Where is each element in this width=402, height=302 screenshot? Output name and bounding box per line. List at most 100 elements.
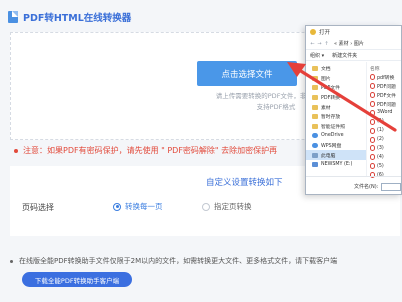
tree-item[interactable]: 此电脑 <box>306 150 366 160</box>
file-row[interactable]: PDF文件 <box>367 91 401 100</box>
folder-icon <box>312 75 318 81</box>
file-row[interactable]: (5) <box>367 162 401 171</box>
file-row[interactable]: (4) <box>367 153 401 162</box>
tree-item-label: PDF文件 <box>321 86 340 92</box>
file-row[interactable]: 3Word <box>367 108 401 117</box>
tree-item[interactable]: 图片 <box>306 74 366 84</box>
file-row[interactable]: (1) <box>367 117 401 126</box>
file-name: (3) <box>377 145 384 151</box>
tree-item-label: WPS网盘 <box>321 144 342 150</box>
notice-text: 注意：如果PDF有密码保护，请先使用 " PDF密码解除" 去除加密保护再 <box>23 146 278 155</box>
pdf-file-icon <box>370 145 375 152</box>
pdf-file-icon <box>370 118 375 125</box>
pdf-file-icon <box>370 83 375 90</box>
file-name: (4) <box>377 154 384 160</box>
password-notice: 注意：如果PDF有密码保护，请先使用 " PDF密码解除" 去除加密保护再 <box>14 145 277 156</box>
file-name: PDF问题 <box>377 102 396 108</box>
file-list-header[interactable]: 名称 <box>367 64 401 73</box>
client-download-note: 在线版全能PDF转换助手文件仅限于2M以内的文件，如需转换更大文件、更多格式文件… <box>10 256 337 266</box>
file-name: (5) <box>377 163 384 169</box>
radio-unselected-icon <box>202 202 210 211</box>
pdf-file-icon <box>370 136 375 143</box>
filename-label: 文件名(N): <box>354 184 379 190</box>
back-arrow-icon[interactable]: ← <box>309 41 316 47</box>
notice-bullet-icon <box>14 148 18 153</box>
download-client-button[interactable]: 下载全能PDF转换助手客户端 <box>22 272 132 287</box>
tree-item[interactable]: 暂时存放 <box>306 112 366 122</box>
tree-item-label: 素材 <box>321 105 331 111</box>
file-name: pdf转换 <box>377 75 395 81</box>
file-row[interactable]: (2) <box>367 135 401 144</box>
tree-item-label: 此电脑 <box>321 153 336 159</box>
tree-item[interactable]: NEWSMY (E:) <box>306 160 366 170</box>
dialog-titlebar[interactable]: 打开 <box>306 26 401 38</box>
file-name: (1) <box>377 128 384 134</box>
file-name: (2) <box>377 137 384 143</box>
dialog-body: 文档 图片 PDF文件 PDF转换 素材 暂时存放 智能证件照 OneDrive… <box>306 62 401 179</box>
dialog-filename-bar: 文件名(N): <box>306 176 401 194</box>
converter-page: PDF转HTML在线转换器 点击选择文件 请上传需要转换的PDF文件，非VIP最… <box>0 0 402 302</box>
up-arrow-icon[interactable]: ↑ <box>323 41 330 47</box>
pdf-doc-icon <box>8 11 18 23</box>
folder-icon <box>312 85 318 91</box>
select-file-button[interactable]: 点击选择文件 <box>197 61 297 86</box>
pdf-file-icon <box>370 127 375 134</box>
tree-item[interactable]: 素材 <box>306 102 366 112</box>
organize-menu[interactable]: 组织 ▾ <box>310 52 324 59</box>
dialog-address-bar: ← → ↑ « 素材 › 图片 <box>306 38 401 50</box>
page-title: PDF转HTML在线转换器 <box>23 13 132 24</box>
new-folder-button[interactable]: 新建文件夹 <box>332 52 357 59</box>
pc-icon <box>312 152 318 158</box>
folder-icon <box>312 123 318 129</box>
file-row[interactable]: PDF问题 <box>367 82 401 91</box>
drive-icon <box>312 162 318 168</box>
dialog-path[interactable]: « 素材 › 图片 <box>334 40 364 47</box>
file-name: 3Word <box>377 110 393 116</box>
pdf-file-icon <box>370 109 375 116</box>
pdf-file-icon <box>370 101 375 107</box>
tree-item[interactable]: OneDrive <box>306 131 366 141</box>
file-name: (1) <box>377 119 384 125</box>
radio-label: 转换每一页 <box>125 202 163 211</box>
radio-specific-pages[interactable]: 指定页转换 <box>202 201 252 212</box>
tree-item-label: 图片 <box>321 76 331 82</box>
dialog-toolbar: 组织 ▾ 新建文件夹 <box>306 50 401 61</box>
file-row[interactable]: (1) <box>367 126 401 135</box>
file-row[interactable]: (3) <box>367 144 401 153</box>
radio-convert-every-page[interactable]: 转换每一页 <box>113 201 163 212</box>
chrome-icon <box>310 29 316 35</box>
navigation-tree: 文档 图片 PDF文件 PDF转换 素材 暂时存放 智能证件照 OneDrive… <box>306 62 366 176</box>
tree-item-label: NEWSMY (E:) <box>321 162 353 168</box>
file-name: PDF问题 <box>377 84 396 90</box>
folder-icon <box>312 66 318 72</box>
tree-item-label: 智能证件照 <box>321 124 345 130</box>
file-row[interactable]: pdf转换 <box>367 73 401 82</box>
settings-heading: 自定义设置转换如下 <box>206 178 283 188</box>
tree-item[interactable]: PDF转换 <box>306 93 366 103</box>
tree-item-label: OneDrive <box>321 133 344 139</box>
folder-icon <box>312 114 318 120</box>
tree-item-label: 暂时存放 <box>321 115 341 121</box>
dialog-title: 打开 <box>319 30 331 36</box>
pdf-file-icon <box>370 74 375 81</box>
tree-item-label: PDF转换 <box>321 96 340 102</box>
page-header: PDF转HTML在线转换器 <box>8 9 131 25</box>
radio-label: 指定页转换 <box>214 202 252 211</box>
cloud-icon <box>312 143 318 149</box>
radio-selected-icon <box>113 202 121 211</box>
footer-bullet-icon <box>10 259 13 263</box>
file-row[interactable]: PDF问题 <box>367 100 401 109</box>
pdf-file-icon <box>370 92 375 99</box>
tree-item[interactable]: 智能证件照 <box>306 122 366 132</box>
file-open-dialog: 打开 ← → ↑ « 素材 › 图片 组织 ▾ 新建文件夹 文档 图片 PDF文… <box>305 25 402 195</box>
tree-item-label: 文档 <box>321 67 331 73</box>
pdf-file-icon <box>370 163 375 170</box>
tree-item[interactable]: WPS网盘 <box>306 141 366 151</box>
page-select-label: 页码选择 <box>22 203 54 212</box>
tree-item[interactable]: PDF文件 <box>306 83 366 93</box>
file-name: PDF文件 <box>377 93 396 99</box>
tree-item[interactable]: 文档 <box>306 64 366 74</box>
filename-input[interactable] <box>381 182 401 191</box>
pdf-file-icon <box>370 154 375 161</box>
forward-arrow-icon[interactable]: → <box>316 41 323 47</box>
